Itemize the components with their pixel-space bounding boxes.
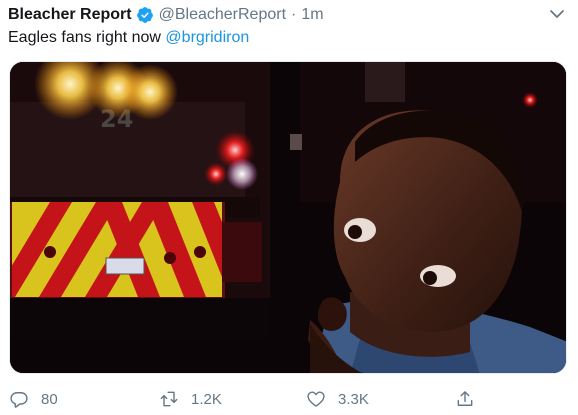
retweet-count: 1.2K	[191, 390, 222, 408]
reply-count: 80	[41, 390, 58, 408]
tweet-body: Eagles fans right now	[8, 29, 166, 46]
tweet-actions: 80 1.2K 3.3K	[0, 386, 578, 412]
handle[interactable]: @BleacherReport	[159, 6, 286, 24]
share-icon	[457, 391, 473, 406]
share-button[interactable]	[455, 386, 475, 412]
separator-dot: ·	[291, 6, 297, 23]
tweet-card[interactable]: Bleacher Report @BleacherReport · 1m Eag…	[0, 0, 578, 415]
timestamp[interactable]: 1m	[301, 6, 323, 24]
display-name[interactable]: Bleacher Report	[8, 6, 132, 24]
mention-link[interactable]: @brgridiron	[165, 29, 249, 46]
tweet-media-image[interactable]: 24	[9, 61, 567, 374]
reply-button[interactable]: 80	[9, 386, 58, 412]
like-icon	[307, 391, 325, 407]
chevron-down-icon[interactable]	[548, 7, 566, 21]
like-button[interactable]: 3.3K	[306, 386, 369, 412]
like-count: 3.3K	[338, 390, 369, 408]
retweet-icon	[160, 391, 178, 407]
retweet-button[interactable]: 1.2K	[159, 386, 222, 412]
media-illustration: 24	[10, 62, 566, 373]
tweet-header: Bleacher Report @BleacherReport · 1m	[8, 4, 324, 26]
verified-badge-icon	[136, 7, 153, 23]
tweet-text: Eagles fans right now @brgridiron	[8, 29, 249, 47]
reply-icon	[10, 392, 28, 408]
